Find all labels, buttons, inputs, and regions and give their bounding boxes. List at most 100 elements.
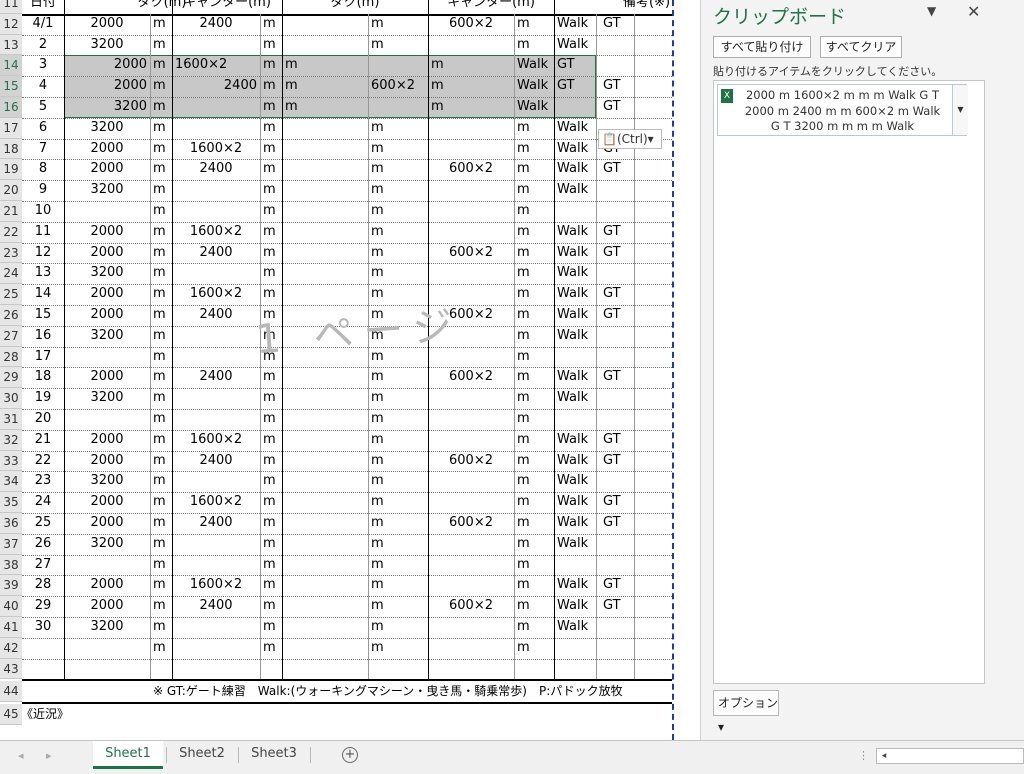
cell-canter-1[interactable]: 1600×2: [172, 284, 260, 304]
cell-walk[interactable]: Walk: [554, 284, 596, 304]
cell-unit[interactable]: m: [368, 118, 428, 138]
cell-unit[interactable]: m: [260, 596, 282, 616]
cell-unit[interactable]: m: [368, 243, 428, 263]
row-number[interactable]: 23: [0, 242, 22, 264]
cell-gt[interactable]: [600, 388, 634, 408]
cell-unit[interactable]: m: [514, 243, 554, 263]
cell-gt-extra[interactable]: GT: [600, 76, 634, 96]
cell-unit[interactable]: m: [368, 222, 428, 242]
scroll-left-icon[interactable]: ◂: [877, 749, 891, 763]
cell-canter-2[interactable]: [428, 222, 514, 242]
cell-unit[interactable]: m: [150, 638, 172, 658]
cell-unit[interactable]: m: [368, 263, 428, 283]
row-number[interactable]: 37: [0, 533, 22, 555]
cell-date[interactable]: 12: [22, 243, 64, 263]
cell-date[interactable]: 4/1: [22, 14, 64, 34]
cell-duct-2[interactable]: [282, 180, 368, 200]
cell-gt[interactable]: [600, 617, 634, 637]
cell-canter-1[interactable]: [172, 35, 260, 55]
tab-prev-icon[interactable]: ◂: [18, 749, 24, 762]
cell-unit[interactable]: m: [150, 118, 172, 138]
cell-canter-1[interactable]: 2400: [172, 596, 260, 616]
cell-unit[interactable]: m: [260, 263, 282, 283]
cell-date[interactable]: 6: [22, 118, 64, 138]
cell-canter-1[interactable]: [172, 201, 260, 221]
cell-unit[interactable]: m: [260, 638, 282, 658]
cell-date[interactable]: 14: [22, 284, 64, 304]
cell-duct-1[interactable]: 2000: [64, 305, 150, 325]
cell-gt[interactable]: [600, 409, 634, 429]
cell-canter-1[interactable]: [172, 409, 260, 429]
cell-canter-2[interactable]: [428, 534, 514, 554]
cell-unit[interactable]: m: [150, 388, 172, 408]
row-number[interactable]: 27: [0, 325, 22, 347]
cell-unit[interactable]: m: [368, 617, 428, 637]
horizontal-scrollbar[interactable]: ◂: [876, 748, 1024, 764]
cell-unit[interactable]: m: [368, 534, 428, 554]
row-number[interactable]: 38: [0, 554, 22, 576]
cell-unit[interactable]: m: [514, 263, 554, 283]
cell-unit[interactable]: m: [368, 451, 428, 471]
cell-unit[interactable]: m: [368, 35, 428, 55]
cell-unit[interactable]: m: [150, 35, 172, 55]
cell-unit[interactable]: m: [368, 492, 428, 512]
cell-unit[interactable]: m: [260, 201, 282, 221]
cell-date[interactable]: 10: [22, 201, 64, 221]
cell-duct-1[interactable]: 3200: [64, 617, 150, 637]
recent-label[interactable]: 《近況》: [18, 704, 78, 724]
cell-duct-1[interactable]: 3200: [64, 180, 150, 200]
cell-walk[interactable]: Walk: [554, 326, 596, 346]
cell-date[interactable]: 21: [22, 430, 64, 450]
cell-duct-2[interactable]: [282, 367, 368, 387]
cell-gt[interactable]: [600, 347, 634, 367]
cell-duct-1[interactable]: 3200: [64, 326, 150, 346]
cell-duct-2[interactable]: [282, 575, 368, 595]
row-number[interactable]: 11: [0, 0, 22, 14]
cell-unit[interactable]: m: [260, 14, 282, 34]
cell-walk[interactable]: Walk: [554, 118, 596, 138]
cell-duct-2[interactable]: [282, 430, 368, 450]
cell-gt[interactable]: [600, 326, 634, 346]
cell-date[interactable]: 4: [22, 76, 64, 96]
cell-canter-2[interactable]: [428, 201, 514, 221]
row-number[interactable]: 15: [0, 76, 22, 97]
cell-date[interactable]: 7: [22, 139, 64, 159]
cell-unit[interactable]: m: [514, 222, 554, 242]
cell-duct-2[interactable]: [282, 201, 368, 221]
cell-date[interactable]: 24: [22, 492, 64, 512]
cell-duct-1[interactable]: 2000: [64, 430, 150, 450]
cell-unit[interactable]: m: [260, 409, 282, 429]
cell-unit[interactable]: m: [260, 367, 282, 387]
cell-unit[interactable]: m: [368, 471, 428, 491]
cell-canter-2[interactable]: 600×2: [428, 596, 514, 616]
row-number[interactable]: 39: [0, 575, 22, 597]
cell-walk[interactable]: Walk: [554, 243, 596, 263]
cell-unit[interactable]: m: [150, 492, 172, 512]
cell-canter-2[interactable]: 600×2: [428, 513, 514, 533]
cell-date[interactable]: 15: [22, 305, 64, 325]
cell-canter-2[interactable]: 600×2: [428, 159, 514, 179]
cell-duct-2[interactable]: [282, 139, 368, 159]
cell-date[interactable]: 3: [22, 55, 64, 75]
cell-unit[interactable]: m: [368, 596, 428, 616]
cell-unit[interactable]: m: [260, 139, 282, 159]
cell-walk[interactable]: Walk: [554, 534, 596, 554]
cell-date[interactable]: 2: [22, 35, 64, 55]
cell-duct-2[interactable]: [282, 492, 368, 512]
cell-canter-1[interactable]: 2400: [172, 159, 260, 179]
header-canter-1[interactable]: キャンター(m): [172, 0, 282, 13]
cell-unit[interactable]: m: [150, 284, 172, 304]
cell-duct-2[interactable]: [282, 118, 368, 138]
cell-canter-1[interactable]: [172, 347, 260, 367]
cell-gt[interactable]: GT: [600, 367, 634, 387]
cell-duct-2[interactable]: [282, 617, 368, 637]
cell-canter-2[interactable]: [428, 263, 514, 283]
cell-date[interactable]: 26: [22, 534, 64, 554]
cell-walk[interactable]: Walk: [554, 451, 596, 471]
cell-duct-1[interactable]: 2000: [64, 284, 150, 304]
cell-walk[interactable]: Walk: [554, 222, 596, 242]
row-number[interactable]: 32: [0, 429, 22, 451]
cell-unit[interactable]: m: [368, 367, 428, 387]
cell-canter-1[interactable]: 2400: [172, 305, 260, 325]
cell-date[interactable]: 19: [22, 388, 64, 408]
